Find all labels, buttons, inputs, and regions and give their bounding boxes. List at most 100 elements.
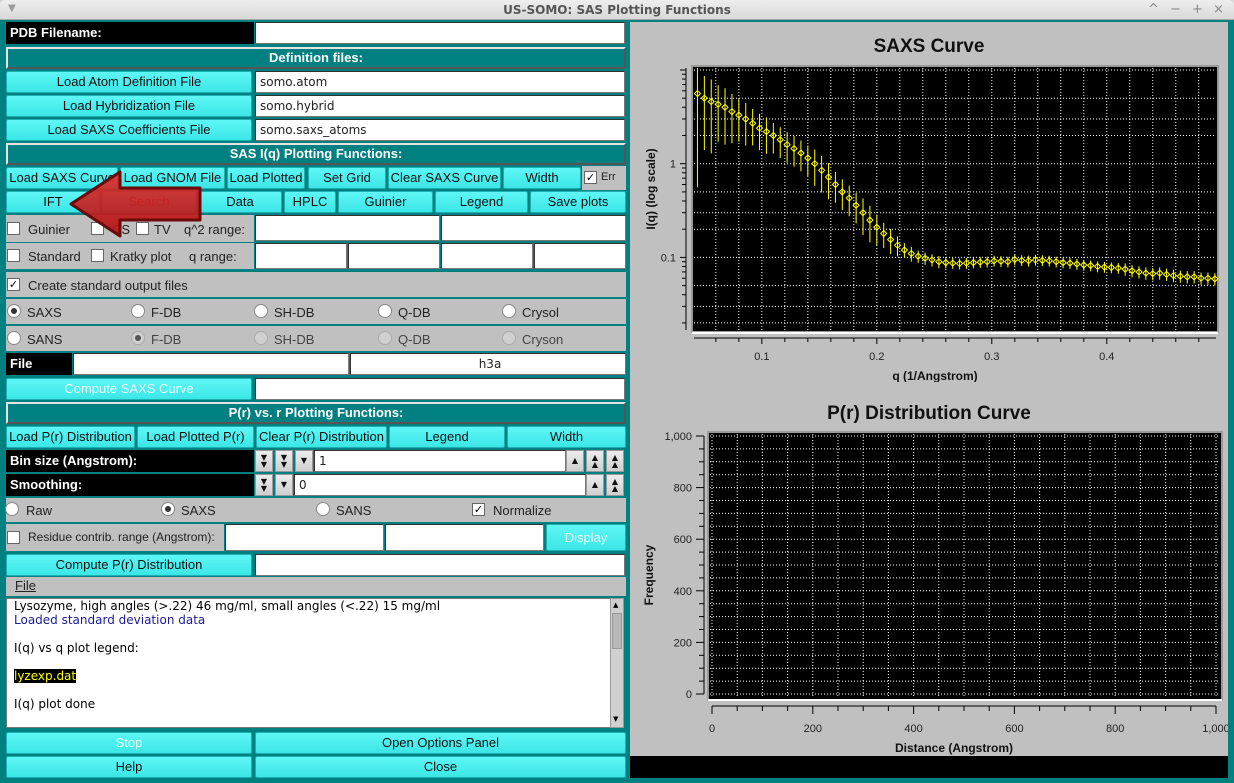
file-suffix-field-2[interactable]: h3a xyxy=(350,353,626,375)
hybridization-field[interactable]: somo.hybrid xyxy=(255,95,625,117)
saxs-qdb-radio[interactable] xyxy=(378,304,392,318)
guinier-checkbox[interactable] xyxy=(7,222,20,235)
residue-range-max-field[interactable] xyxy=(385,524,544,551)
smoothing-field[interactable]: 0 xyxy=(294,474,586,496)
log-output[interactable]: Lysozyme, high angles (>.22) 46 mg/ml, s… xyxy=(6,598,612,728)
bin-size-field[interactable]: 1 xyxy=(314,450,566,472)
bin-increase-medium-icon[interactable]: ▲ ▲ xyxy=(586,450,604,472)
open-options-panel-button[interactable]: Open Options Panel xyxy=(255,732,626,754)
crysol-label: Crysol xyxy=(522,305,559,320)
load-pr-distribution-button[interactable]: Load P(r) Distribution xyxy=(6,426,135,448)
load-saxs-curve-button[interactable]: Load SAXS Curve xyxy=(6,167,118,189)
err-checkbox[interactable]: ✓ xyxy=(584,171,597,184)
scroll-up-icon[interactable]: ▲ xyxy=(613,601,618,609)
close-button[interactable]: Close xyxy=(255,756,626,778)
bin-decrease-icon[interactable]: ▼ xyxy=(295,450,313,472)
q2-range-max-field[interactable] xyxy=(441,215,626,241)
bin-decrease-medium-icon[interactable]: ▼ ▼ xyxy=(275,450,293,472)
maximize-icon[interactable]: + xyxy=(1192,2,1203,17)
definition-files-header: Definition files: xyxy=(6,47,626,69)
q-range-label: q range: xyxy=(189,249,237,264)
bin-increase-icon[interactable]: ▲ xyxy=(566,450,584,472)
save-plots-button[interactable]: Save plots xyxy=(530,191,626,213)
load-plotted-button[interactable]: Load Plotted xyxy=(227,167,305,189)
pr-sans-radio[interactable] xyxy=(316,502,330,516)
log-line: Lysozyme, high angles (>.22) 46 mg/ml, s… xyxy=(14,599,441,613)
smooth-decrease-medium-icon[interactable]: ▼ ▼ xyxy=(255,474,273,496)
minimize-icon[interactable]: − xyxy=(1170,2,1181,17)
saxs-chart[interactable]: 0.1 0.2 0.3 0.4 0.1 1 q (1/Angstrom) I(q) (log … xyxy=(630,62,1228,382)
load-gnom-file-button[interactable]: Load GNOM File xyxy=(120,167,225,189)
cryson-label: Cryson xyxy=(522,332,564,347)
compute-pr-distribution-button[interactable]: Compute P(r) Distribution xyxy=(6,554,252,576)
sans-radio[interactable] xyxy=(7,331,21,345)
log-scrollbar[interactable]: ▲ ▼ xyxy=(610,598,624,728)
bin-decrease-large-icon[interactable]: ▼ ▼ xyxy=(255,450,273,472)
load-plotted-pr-button[interactable]: Load Plotted P(r) xyxy=(137,426,254,448)
close-window-icon[interactable]: × xyxy=(1213,2,1224,17)
kratky-checkbox[interactable] xyxy=(91,249,104,262)
pdb-filename-field[interactable] xyxy=(255,22,625,44)
cryson-radio[interactable] xyxy=(502,331,516,345)
standard-checkbox[interactable] xyxy=(7,249,20,262)
load-atom-definition-button[interactable]: Load Atom Definition File xyxy=(6,71,252,93)
sans-shdb-radio[interactable] xyxy=(254,331,268,345)
tv-checkbox[interactable] xyxy=(136,222,149,235)
stop-button[interactable]: Stop xyxy=(6,732,252,754)
scroll-down-icon[interactable]: ▼ xyxy=(613,715,618,723)
pr-saxs-radio[interactable] xyxy=(161,502,175,516)
pr-width-button[interactable]: Width xyxy=(507,426,626,448)
window-title: US-SOMO: SAS Plotting Functions xyxy=(503,3,731,17)
pr-chart[interactable]: 0 200 400 600 800 1,000 0 200 400 600 800 1,000 Dist… xyxy=(630,428,1228,758)
create-standard-output-checkbox[interactable]: ✓ xyxy=(7,278,20,291)
help-button[interactable]: Help xyxy=(6,756,252,778)
smooth-increase-medium-icon[interactable]: ▲ ▲ xyxy=(606,474,624,496)
residue-contrib-checkbox[interactable] xyxy=(7,531,20,544)
load-hybridization-button[interactable]: Load Hybridization File xyxy=(6,95,252,117)
normalize-checkbox[interactable]: ✓ xyxy=(472,503,485,516)
ift-button[interactable]: IFT xyxy=(6,191,100,213)
file-suffix-field-1[interactable] xyxy=(73,353,349,375)
saxs-fdb-radio[interactable] xyxy=(131,304,145,318)
y-axis-label: I(q) (log scale) xyxy=(644,148,658,229)
smooth-increase-icon[interactable]: ▲ xyxy=(586,474,604,496)
data-button[interactable]: Data xyxy=(198,191,282,213)
raw-radio[interactable] xyxy=(5,502,19,516)
plot-area xyxy=(707,431,1223,701)
compute-saxs-curve-button[interactable]: Compute SAXS Curve xyxy=(6,378,252,400)
file-menu[interactable]: File xyxy=(15,578,36,593)
crysol-radio[interactable] xyxy=(502,304,516,318)
shade-icon[interactable]: ^ xyxy=(1148,2,1159,17)
residue-range-min-field[interactable] xyxy=(225,524,384,551)
display-button[interactable]: Display xyxy=(546,524,626,551)
atom-definition-field[interactable]: somo.atom xyxy=(255,71,625,93)
clear-pr-distribution-button[interactable]: Clear P(r) Distribution xyxy=(256,426,387,448)
q-range-field-4[interactable] xyxy=(534,243,626,269)
saxs-coefficients-field[interactable]: somo.saxs_atoms xyxy=(255,119,625,141)
pr-legend-button[interactable]: Legend xyxy=(389,426,505,448)
menu-bar xyxy=(6,577,626,596)
width-button[interactable]: Width xyxy=(503,167,581,189)
saxs-shdb-radio[interactable] xyxy=(254,304,268,318)
legend-button[interactable]: Legend xyxy=(435,191,528,213)
load-saxs-coefficients-button[interactable]: Load SAXS Coefficients File xyxy=(6,119,252,141)
x-tick-label: 400 xyxy=(904,723,922,735)
search-button[interactable]: Search xyxy=(102,191,196,213)
cs-checkbox[interactable] xyxy=(91,222,104,235)
scroll-thumb[interactable] xyxy=(612,613,622,649)
guinier-button[interactable]: Guinier xyxy=(338,191,433,213)
sans-qdb-radio[interactable] xyxy=(378,331,392,345)
normalize-label: Normalize xyxy=(493,503,552,518)
saxs-radio[interactable] xyxy=(7,304,21,318)
q-range-field-3[interactable] xyxy=(441,243,533,269)
hplc-button[interactable]: HPLC xyxy=(284,191,336,213)
sans-fdb-radio[interactable] xyxy=(131,331,145,345)
q-range-field-1[interactable] xyxy=(255,243,347,269)
clear-saxs-curve-button[interactable]: Clear SAXS Curve xyxy=(388,167,501,189)
q-range-field-2[interactable] xyxy=(348,243,440,269)
set-grid-button[interactable]: Set Grid xyxy=(308,167,386,189)
q2-range-min-field[interactable] xyxy=(255,215,440,241)
bin-increase-large-icon[interactable]: ▲ ▲ xyxy=(606,450,624,472)
smooth-decrease-icon[interactable]: ▼ xyxy=(275,474,293,496)
